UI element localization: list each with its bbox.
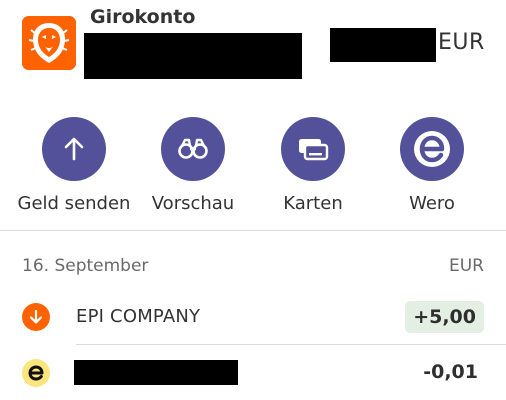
wero-label: Wero	[409, 193, 455, 214]
preview-button[interactable]: Vorschau	[133, 112, 253, 214]
transaction-name: EPI COMPANY	[76, 306, 201, 327]
transaction-amount: -0,01	[423, 361, 478, 383]
wero-logo-icon	[400, 117, 464, 181]
transaction-date: 16. September	[22, 256, 149, 276]
redacted-transaction-name	[74, 360, 238, 385]
transaction-currency-header: EUR	[449, 256, 484, 276]
cards-icon	[281, 117, 345, 181]
cards-label: Karten	[283, 193, 343, 214]
preview-label: Vorschau	[151, 193, 235, 214]
cards-button[interactable]: Karten	[253, 112, 373, 214]
transaction-amount: +5,00	[405, 301, 484, 333]
bank-lion-logo-icon	[22, 16, 76, 70]
balance-currency: EUR	[438, 30, 485, 55]
redacted-account-number	[84, 33, 302, 79]
row-separator	[76, 344, 506, 345]
send-money-label: Geld senden	[17, 193, 131, 214]
section-divider	[0, 230, 506, 231]
account-title: Girokonto	[90, 6, 196, 28]
redacted-balance	[330, 28, 436, 62]
wero-logo-icon	[22, 359, 50, 387]
incoming-arrow-icon	[22, 303, 50, 331]
quick-actions: Geld senden Vorschau Karten Wero	[0, 112, 506, 222]
binoculars-icon	[161, 117, 225, 181]
send-money-button[interactable]: Geld senden	[14, 112, 134, 214]
arrow-up-icon	[42, 117, 106, 181]
transaction-row[interactable]: EPI COMPANY +5,00	[0, 292, 506, 344]
account-header: Girokonto EUR	[0, 0, 506, 92]
wero-button[interactable]: Wero	[372, 112, 492, 214]
transaction-date-header: 16. September EUR	[22, 256, 484, 280]
